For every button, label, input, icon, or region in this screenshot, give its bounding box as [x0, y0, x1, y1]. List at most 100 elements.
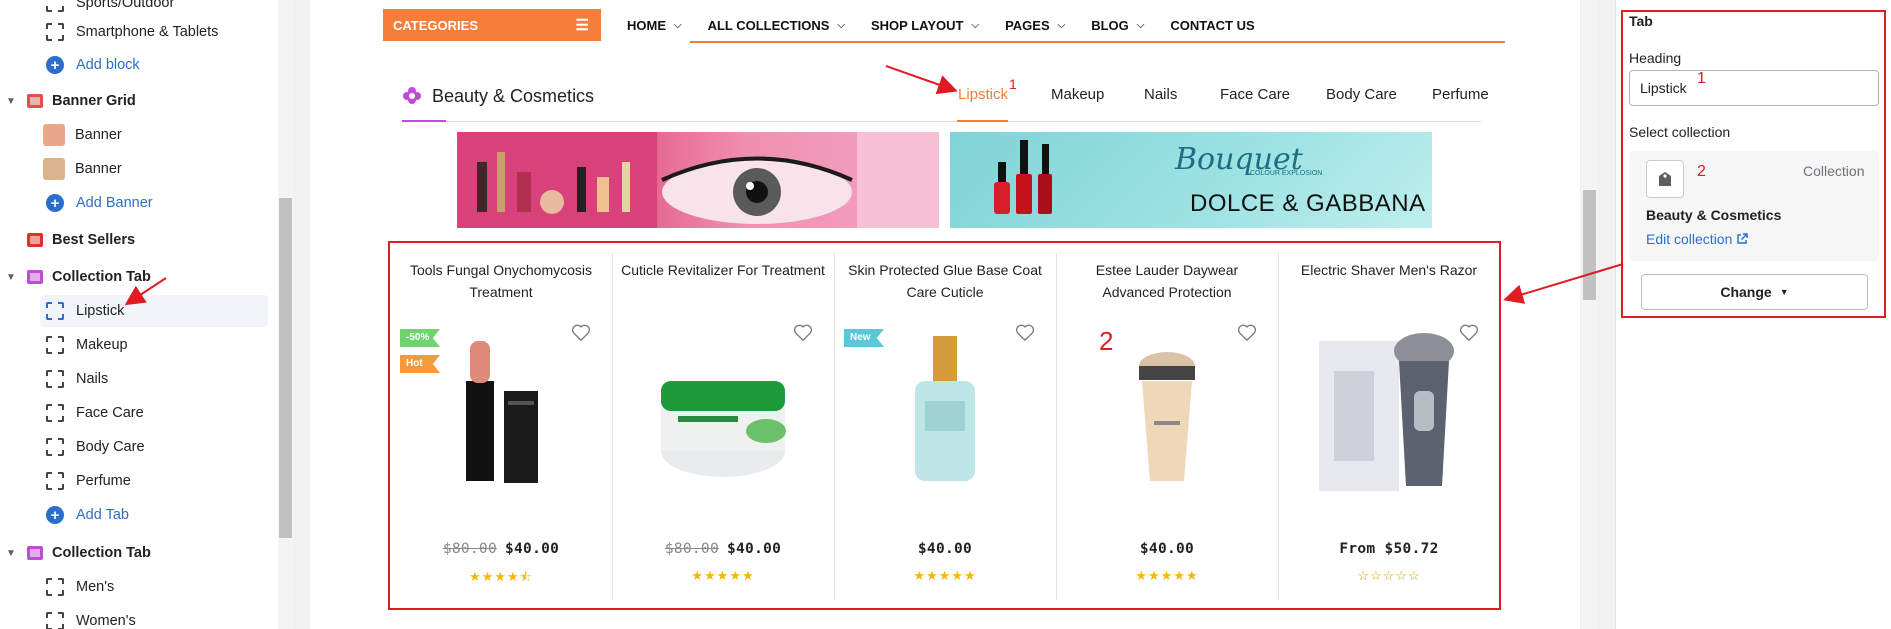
- product-card[interactable]: Tools Fungal Onychomycosis Treatment -50%…: [390, 243, 612, 608]
- sidebar-item-body-care[interactable]: Body Care: [0, 431, 270, 463]
- theme-sections-sidebar: Sports/Outdoor Smartphone & Tablets + Add b…: [0, 0, 293, 629]
- sidebar-item-women-s[interactable]: Women's: [0, 605, 270, 629]
- product-image[interactable]: [1314, 321, 1464, 501]
- product-title[interactable]: Estee Lauder Daywear Advanced Protection: [1064, 259, 1270, 303]
- product-price: $40.00: [505, 541, 560, 557]
- sidebar-item-label: Collection Tab: [52, 545, 151, 561]
- block-icon: [46, 370, 64, 388]
- add-block-button[interactable]: + Add block: [0, 49, 270, 81]
- compare-at-price: $80.00: [664, 541, 719, 557]
- product-price-row: $40.00: [834, 541, 1056, 557]
- sidebar-item-men-s[interactable]: Men's: [0, 571, 270, 603]
- tab-perfume[interactable]: Perfume: [1432, 86, 1489, 103]
- plus-circle-icon: +: [46, 506, 64, 524]
- product-price-row: $80.00 $40.00: [612, 541, 834, 557]
- chevron-down-icon: ⌵: [1057, 19, 1066, 31]
- add-tab-button[interactable]: + Add Tab: [0, 499, 270, 531]
- sidebar-section-collection-tab[interactable]: ▼ Collection Tab: [0, 261, 270, 293]
- sidebar-item-banner[interactable]: Banner: [0, 153, 270, 185]
- product-title[interactable]: Cuticle Revitalizer For Treatment: [620, 259, 826, 281]
- sidebar-item-nails[interactable]: Nails: [0, 363, 270, 395]
- flower-icon: [403, 87, 421, 104]
- collection-tab-icon: [24, 266, 46, 288]
- annotation-number: 1: [1697, 70, 1706, 87]
- sidebar-item-makeup[interactable]: Makeup: [0, 329, 270, 361]
- product-price: $40.00: [727, 541, 782, 557]
- tab-body-care[interactable]: Body Care: [1326, 86, 1397, 103]
- tab-lipstick[interactable]: Lipstick: [958, 86, 1008, 103]
- chevron-down-icon[interactable]: ▼: [6, 96, 20, 107]
- product-image[interactable]: [648, 321, 798, 501]
- star-rating: ★★★★★: [1135, 568, 1199, 583]
- product-price-row: From $50.72: [1278, 541, 1500, 557]
- collection-tab-header: Beauty & Cosmetics Lipstick 1 Makeup Nai…: [383, 68, 1489, 124]
- product-card[interactable]: Cuticle Revitalizer For Treatment $80.00 $…: [612, 243, 834, 608]
- chevron-down-icon[interactable]: ▼: [6, 272, 20, 283]
- banner-thumbnail-icon: [43, 158, 65, 180]
- tab-nails[interactable]: Nails: [1144, 86, 1177, 103]
- sidebar-scrollbar-thumb[interactable]: [279, 198, 292, 538]
- product-card[interactable]: Estee Lauder Daywear Advanced Protection…: [1056, 243, 1278, 608]
- dolce-gabbana-banner[interactable]: Bouquet COLOUR EXPLOSION DOLCE & GABBANA: [950, 132, 1432, 228]
- sidebar-item-banner[interactable]: Banner: [0, 119, 270, 151]
- chevron-down-icon: ⌵: [971, 19, 980, 31]
- nav-contact-us[interactable]: CONTACT US: [1170, 18, 1254, 33]
- sidebar-section-best-sellers[interactable]: Best Sellers: [0, 224, 270, 256]
- change-button-label: Change: [1720, 284, 1772, 300]
- wishlist-heart-icon[interactable]: [570, 321, 592, 343]
- wishlist-heart-icon[interactable]: [1236, 321, 1258, 343]
- nav-pages[interactable]: PAGES ⌵: [1005, 18, 1065, 33]
- active-tab-indicator: [957, 120, 1008, 122]
- nav-label: HOME: [627, 17, 666, 33]
- wishlist-heart-icon[interactable]: [1014, 321, 1036, 343]
- add-banner-button[interactable]: + Add Banner: [0, 187, 270, 219]
- preview-scrollbar-thumb[interactable]: [1583, 190, 1596, 300]
- sidebar-item-label: Banner: [75, 161, 122, 177]
- collection-name: Beauty & Cosmetics: [1646, 207, 1782, 223]
- block-icon: [46, 302, 64, 320]
- star-rating: ★★★★★: [691, 568, 755, 583]
- collection-tab-icon: [24, 542, 46, 564]
- sidebar-item-lipstick[interactable]: Lipstick: [40, 295, 268, 327]
- sidebar-item-perfume[interactable]: Perfume: [0, 465, 270, 497]
- categories-menu-button[interactable]: CATEGORIES ☰: [383, 9, 601, 41]
- tab-face-care[interactable]: Face Care: [1220, 86, 1290, 103]
- change-collection-button[interactable]: Change ▼: [1641, 274, 1868, 310]
- nav-shop-layout[interactable]: SHOP LAYOUT ⌵: [871, 18, 979, 33]
- product-image[interactable]: [870, 321, 1020, 501]
- nav-home[interactable]: HOME ⌵: [627, 18, 682, 33]
- block-icon: [46, 438, 64, 456]
- product-image[interactable]: [1092, 321, 1242, 501]
- heading-input[interactable]: [1629, 70, 1879, 106]
- sidebar-section-banner-grid[interactable]: ▼ Banner Grid: [0, 85, 270, 117]
- product-image[interactable]: [426, 321, 576, 501]
- sidebar-item-label: Face Care: [76, 405, 144, 421]
- sidebar-item-label: Women's: [76, 613, 136, 629]
- wishlist-heart-icon[interactable]: [792, 321, 814, 343]
- sidebar-item-face-care[interactable]: Face Care: [0, 397, 270, 429]
- banner-thumbnail-icon: [43, 124, 65, 146]
- nav-label: CONTACT US: [1170, 17, 1255, 33]
- chevron-down-icon: ⌵: [837, 19, 845, 31]
- wishlist-heart-icon[interactable]: [1458, 321, 1480, 343]
- tab-makeup[interactable]: Makeup: [1051, 86, 1104, 103]
- nav-underline: [690, 41, 1505, 43]
- chevron-down-icon[interactable]: ▼: [6, 548, 20, 559]
- nav-all-collections[interactable]: ALL COLLECTIONS ⌵: [708, 18, 845, 33]
- sidebar-item-label: Men's: [76, 579, 115, 595]
- sidebar-section-collection-tab[interactable]: ▼ Collection Tab: [0, 537, 270, 569]
- preview-scrollbar[interactable]: [1582, 0, 1597, 629]
- nav-blog[interactable]: BLOG ⌵: [1091, 18, 1144, 33]
- sidebar-item-smartphone-tablets[interactable]: Smartphone & Tablets: [0, 16, 270, 48]
- product-title[interactable]: Electric Shaver Men's Razor: [1286, 259, 1492, 281]
- sidebar-item-label: Collection Tab: [52, 269, 151, 285]
- edit-collection-link[interactable]: Edit collection: [1646, 231, 1749, 247]
- sidebar-item-label: Add Banner: [76, 195, 153, 211]
- product-title[interactable]: Skin Protected Glue Base Coat Care Cutic…: [842, 259, 1048, 303]
- cosmetics-eye-banner[interactable]: [457, 132, 939, 228]
- product-card[interactable]: Electric Shaver Men's Razor From $50.72 ☆☆…: [1278, 243, 1500, 608]
- product-title[interactable]: Tools Fungal Onychomycosis Treatment: [398, 259, 604, 303]
- nav-label: SHOP LAYOUT: [871, 17, 964, 33]
- product-card[interactable]: Skin Protected Glue Base Coat Care Cutic…: [834, 243, 1056, 608]
- product-price: From $50.72: [1339, 541, 1439, 557]
